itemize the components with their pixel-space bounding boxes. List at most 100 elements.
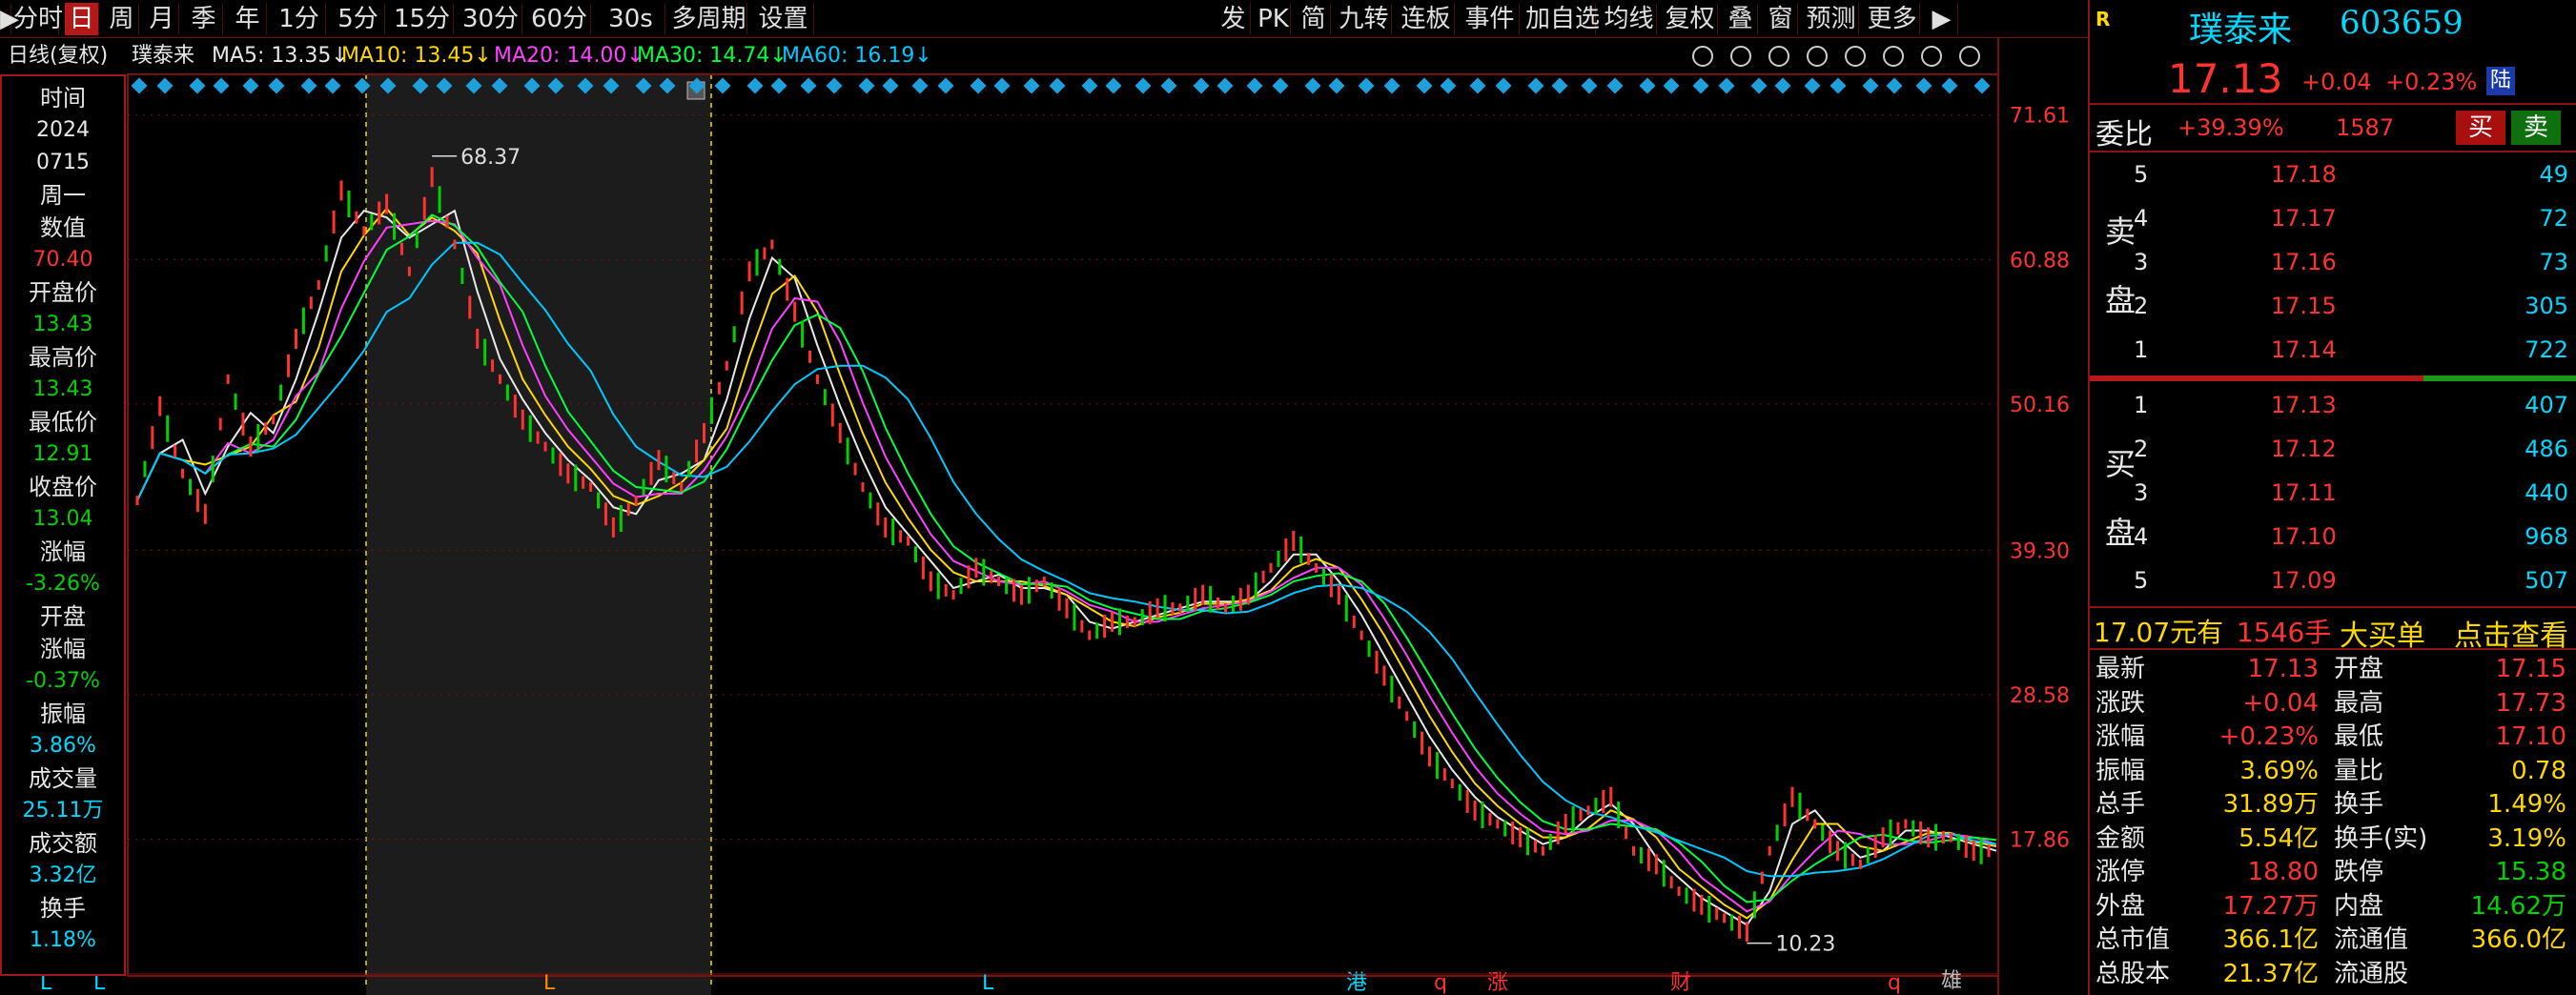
event-marker — [826, 77, 843, 94]
event-marker — [1862, 77, 1879, 94]
level-price: 17.12 — [2271, 436, 2337, 462]
level-price: 17.18 — [2271, 161, 2337, 188]
open-value: 13.43 — [32, 313, 93, 336]
y-tick-label: 39.30 — [2010, 539, 2070, 563]
low-label: 最低价 — [29, 409, 97, 436]
ask-level-5[interactable]: 5 17.18 49 — [2090, 154, 2576, 194]
period-tab-8[interactable]: 15分 — [391, 3, 454, 35]
ask-level-3[interactable]: 3 17.16 73 — [2090, 242, 2576, 282]
stat-value: 0.78 — [2511, 756, 2566, 785]
event-marker — [1941, 77, 1958, 94]
y-tick-label: 28.58 — [2010, 684, 2070, 708]
period-tab-13[interactable]: 设置 — [753, 3, 814, 35]
next-icon[interactable]: ▶ — [1926, 3, 1958, 35]
sell-button[interactable]: 卖 — [2511, 111, 2561, 145]
stock-name: 璞泰来 — [2189, 10, 2293, 50]
toolbar-tool-4[interactable]: 连板 — [1398, 3, 1455, 35]
event-marker — [858, 77, 875, 94]
bid-level-3[interactable]: 3 17.11 440 — [2090, 473, 2576, 513]
ma5-value: MA5: 13.35↓ — [212, 44, 349, 68]
event-marker — [156, 77, 174, 94]
quote-panel: R 璞泰来 603659 17.13 +0.04 +0.23% 陆 委比 +39… — [2088, 0, 2576, 995]
toolbar-tool-10[interactable]: 窗 — [1764, 3, 1798, 35]
event-marker — [1774, 77, 1791, 94]
toolbar-tool-12[interactable]: 更多 — [1865, 3, 1920, 35]
bid-level-5[interactable]: 5 17.09 507 — [2090, 560, 2576, 600]
event-marker — [1328, 77, 1345, 94]
turnover-label: 换手 — [40, 895, 86, 922]
divider — [2090, 151, 2576, 152]
stat-label: 外盘 — [2096, 891, 2146, 921]
level-volume: 968 — [2525, 523, 2568, 550]
toolbar-tool-9[interactable]: 叠 — [1724, 3, 1758, 35]
kline-chart[interactable]: 71.61 60.88 50.16 39.30 28.58 17.86 68.37 10.23… — [0, 0, 2088, 995]
period-tab-0[interactable]: 分时 — [13, 3, 63, 35]
ask-level-2[interactable]: 2 17.15 305 — [2090, 286, 2576, 326]
amplitude-label: 振幅 — [40, 701, 86, 727]
ask-level-1[interactable]: 1 17.14 722 — [2090, 330, 2576, 370]
period-tab-4[interactable]: 季 — [185, 3, 223, 35]
period-tab-9[interactable]: 30分 — [460, 3, 522, 35]
ask-level-4[interactable]: 4 17.17 72 — [2090, 198, 2576, 238]
level-index: 1 — [2134, 336, 2149, 363]
toolbar-tool-7[interactable]: 均线 — [1602, 3, 1657, 35]
period-tab-7[interactable]: 5分 — [332, 3, 385, 35]
level-index: 2 — [2134, 293, 2149, 319]
big-order-price: 17.07元有 — [2094, 617, 2224, 648]
change-value: -3.26% — [26, 572, 100, 596]
event-marker — [1023, 77, 1040, 94]
level-volume: 507 — [2525, 567, 2568, 594]
toolbar-tool-3[interactable]: 九转 — [1337, 3, 1392, 35]
period-tab-12[interactable]: 多周期 — [671, 3, 747, 35]
level-index: 3 — [2134, 249, 2149, 275]
stat-label: 内盘 — [2334, 891, 2384, 921]
event-marker — [1081, 77, 1098, 94]
toolbar-tool-8[interactable]: 复权 — [1663, 3, 1718, 35]
ma60-value: MA60: 16.19↓ — [782, 44, 932, 68]
period-tab-5[interactable]: 年 — [229, 3, 267, 35]
period-tab-11[interactable]: 30s — [597, 3, 665, 35]
y-tick-label: 71.61 — [2010, 105, 2070, 129]
ma-header: 日线(复权) 璞泰来 MA5: 13.35↓ MA10: 13.45↓ MA20… — [0, 38, 2002, 74]
volume-value: 25.11万 — [22, 799, 104, 822]
period-tab-6[interactable]: 1分 — [273, 3, 326, 35]
stat-label: 最低 — [2334, 722, 2384, 751]
toolbar-tool-6[interactable]: 加自选 — [1525, 3, 1600, 35]
event-marker — [1383, 77, 1400, 94]
toolbar-tool-2[interactable]: 简 — [1297, 3, 1331, 35]
wb-pct: +39.39% — [2177, 114, 2284, 141]
level-price: 17.10 — [2271, 523, 2337, 550]
stat-label: 振幅 — [2096, 756, 2146, 785]
stat-label: 最高 — [2334, 688, 2384, 718]
open-change-label-2: 涨幅 — [40, 636, 86, 662]
period-tab-10[interactable]: 60分 — [528, 3, 591, 35]
level-price: 17.11 — [2271, 479, 2337, 506]
year-value: 2024 — [36, 118, 90, 142]
stat-value: 15.38 — [2495, 858, 2566, 886]
event-marker — [1606, 77, 1624, 94]
collapse-icon[interactable]: ▶ — [0, 3, 19, 35]
period-label[interactable]: 日线(复权) — [8, 38, 108, 74]
period-tab-2[interactable]: 周 — [105, 3, 139, 35]
event-marker — [993, 77, 1011, 94]
toolbar-tool-1[interactable]: PK — [1257, 3, 1291, 35]
event-marker — [1973, 77, 1991, 94]
bid-level-1[interactable]: 1 17.13 407 — [2090, 385, 2576, 425]
bid-level-2[interactable]: 2 17.12 486 — [2090, 429, 2576, 469]
toolbar-tool-11[interactable]: 预测 — [1804, 3, 1859, 35]
period-tab-1[interactable]: 日 — [65, 3, 99, 35]
period-tab-3[interactable]: 月 — [145, 3, 179, 35]
high-value: 13.43 — [32, 377, 93, 401]
turnover-value: 1.18% — [30, 928, 96, 952]
divider — [2090, 103, 2576, 105]
x-marker: q — [1434, 971, 1447, 995]
stat-label: 量比 — [2334, 756, 2384, 785]
stat-value: 17.73 — [2495, 688, 2566, 718]
toolbar-tool-5[interactable]: 事件 — [1461, 3, 1520, 35]
bid-level-4[interactable]: 4 17.10 968 — [2090, 517, 2576, 557]
stat-value: +0.04 — [2242, 688, 2319, 718]
toolbar-tool-0[interactable]: 发 — [1216, 3, 1251, 35]
value-value: 70.40 — [32, 248, 93, 272]
buy-button[interactable]: 买 — [2456, 111, 2505, 145]
open-label: 开盘价 — [29, 279, 97, 306]
